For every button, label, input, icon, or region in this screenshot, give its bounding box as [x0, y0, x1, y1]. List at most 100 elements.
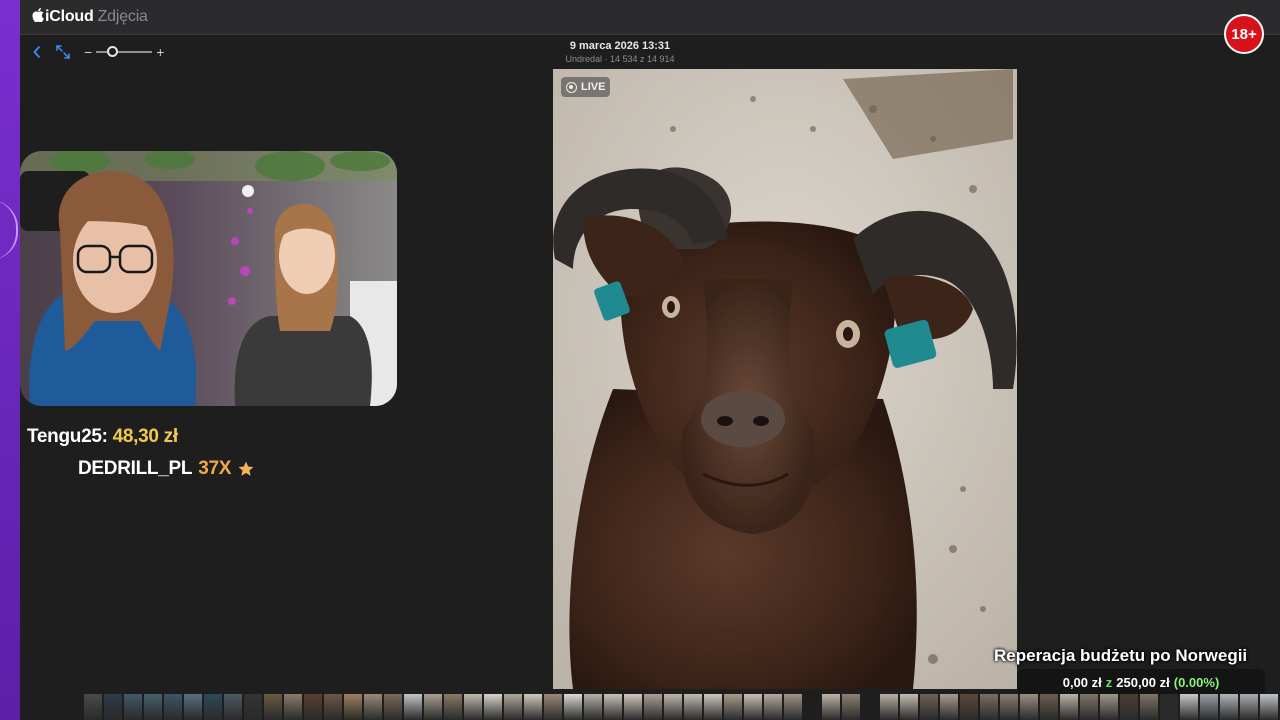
filmstrip-thumbnail[interactable]	[1100, 694, 1118, 720]
filmstrip-thumbnail[interactable]	[264, 694, 282, 720]
filmstrip-thumbnail[interactable]	[1040, 694, 1058, 720]
app-brand: iCloud	[45, 8, 94, 25]
app-title: iCloud Zdjęcia	[32, 8, 148, 26]
filmstrip-thumbnail[interactable]	[204, 694, 222, 720]
zoom-out-icon[interactable]: −	[84, 44, 92, 60]
donation-amount: 48,30 zł	[112, 426, 179, 447]
filmstrip-thumbnail[interactable]	[164, 694, 182, 720]
zoom-control: − +	[84, 43, 164, 61]
filmstrip-thumbnail[interactable]	[1060, 694, 1078, 720]
filmstrip-thumbnail[interactable]	[940, 694, 958, 720]
filmstrip-thumbnail[interactable]	[764, 694, 782, 720]
filmstrip-thumbnail[interactable]	[564, 694, 582, 720]
filmstrip-thumbnail[interactable]	[1020, 694, 1038, 720]
donation-alert: Tengu25: 48,30 zł	[27, 426, 178, 448]
filmstrip-thumbnail[interactable]	[604, 694, 622, 720]
filmstrip-thumbnail[interactable]	[464, 694, 482, 720]
back-button[interactable]	[28, 43, 46, 61]
filmstrip-thumbnail[interactable]	[504, 694, 522, 720]
star-icon	[238, 461, 254, 476]
goal-title: Reperacja budżetu po Norwegii	[994, 646, 1248, 665]
filmstrip-thumbnail[interactable]	[224, 694, 242, 720]
filmstrip-thumbnail[interactable]	[104, 694, 122, 720]
filmstrip-thumbnail[interactable]	[544, 694, 562, 720]
age-rating-badge: 18+	[1224, 14, 1264, 54]
filmstrip-thumbnail[interactable]	[900, 694, 918, 720]
filmstrip-thumbnail[interactable]	[960, 694, 978, 720]
subscriber-name: DEDRILL_PL	[78, 458, 193, 479]
filmstrip-thumbnail[interactable]	[404, 694, 422, 720]
toolbar: − + 9 marca 2026 13:31 Undredal · 14 534…	[20, 35, 1280, 69]
filmstrip-thumbnail[interactable]	[880, 694, 898, 720]
filmstrip-thumbnail[interactable]	[784, 694, 802, 720]
filmstrip-thumbnail[interactable]	[704, 694, 722, 720]
filmstrip-thumbnail[interactable]	[84, 694, 102, 720]
donor-name: Tengu25:	[27, 426, 108, 447]
live-photo-icon	[566, 81, 577, 93]
filmstrip-thumbnail[interactable]	[444, 694, 462, 720]
filmstrip-thumbnail[interactable]	[822, 694, 840, 720]
filmstrip-thumbnail[interactable]	[842, 694, 860, 720]
filmstrip-thumbnail[interactable]	[644, 694, 662, 720]
filmstrip-thumbnail[interactable]	[344, 694, 362, 720]
filmstrip-thumbnail[interactable]	[684, 694, 702, 720]
goal-separator: z	[1105, 674, 1113, 690]
stream-side-accent	[0, 0, 20, 720]
goal-progress: 0,00 zł z 250,00 zł (0.00%)	[1017, 669, 1265, 695]
filmstrip-thumbnail[interactable]	[1000, 694, 1018, 720]
zoom-slider[interactable]	[96, 46, 153, 57]
filmstrip-thumbnail[interactable]	[624, 694, 642, 720]
photo-location-count: Undredal · 14 534 z 14 914	[565, 54, 675, 64]
chevron-left-icon	[33, 46, 40, 58]
filmstrip-spacer	[804, 694, 820, 720]
photo-filmstrip	[84, 694, 1280, 720]
zoom-in-icon[interactable]: +	[156, 44, 164, 60]
title-bar: iCloud Zdjęcia	[20, 0, 1280, 35]
streamer-webcam-overlay	[20, 151, 397, 406]
webcam-video-image	[20, 151, 397, 406]
photo-date: 9 marca 2026 13:31	[569, 40, 671, 52]
goal-target: 250,00 zł	[1116, 674, 1170, 690]
filmstrip-thumbnail[interactable]	[1160, 694, 1178, 720]
filmstrip-thumbnail[interactable]	[1260, 694, 1278, 720]
filmstrip-thumbnail[interactable]	[384, 694, 402, 720]
live-label: LIVE	[581, 81, 606, 93]
expand-icon	[56, 45, 70, 59]
filmstrip-thumbnail[interactable]	[1240, 694, 1258, 720]
filmstrip-thumbnail[interactable]	[184, 694, 202, 720]
fullscreen-button[interactable]	[54, 43, 72, 61]
main-photo[interactable]: LIVE	[553, 69, 1017, 689]
filmstrip-thumbnail[interactable]	[304, 694, 322, 720]
filmstrip-thumbnail[interactable]	[584, 694, 602, 720]
filmstrip-thumbnail[interactable]	[144, 694, 162, 720]
subscription-alert: DEDRILL_PL 37X	[78, 458, 255, 480]
filmstrip-thumbnail[interactable]	[724, 694, 742, 720]
goal-percent: (0.00%)	[1173, 674, 1220, 690]
apple-logo-icon	[32, 8, 44, 22]
goal-current: 0,00 zł	[1062, 674, 1102, 690]
filmstrip-thumbnail[interactable]	[484, 694, 502, 720]
filmstrip-thumbnail[interactable]	[1120, 694, 1138, 720]
app-section[interactable]: Zdjęcia	[98, 8, 148, 25]
filmstrip-thumbnail[interactable]	[324, 694, 342, 720]
filmstrip-thumbnail[interactable]	[524, 694, 542, 720]
subscription-count: 37X	[198, 458, 232, 479]
ram-photo-image	[553, 69, 1017, 689]
photo-info: 9 marca 2026 13:31 Undredal · 14 534 z 1…	[470, 40, 770, 64]
filmstrip-thumbnail[interactable]	[1180, 694, 1198, 720]
filmstrip-thumbnail[interactable]	[744, 694, 762, 720]
filmstrip-thumbnail[interactable]	[1080, 694, 1098, 720]
filmstrip-thumbnail[interactable]	[244, 694, 262, 720]
filmstrip-thumbnail[interactable]	[1220, 694, 1238, 720]
filmstrip-thumbnail[interactable]	[284, 694, 302, 720]
filmstrip-thumbnail[interactable]	[124, 694, 142, 720]
filmstrip-thumbnail[interactable]	[364, 694, 382, 720]
live-photo-badge[interactable]: LIVE	[561, 77, 611, 97]
filmstrip-thumbnail[interactable]	[1200, 694, 1218, 720]
zoom-slider-thumb[interactable]	[107, 46, 119, 57]
filmstrip-thumbnail[interactable]	[664, 694, 682, 720]
filmstrip-thumbnail[interactable]	[920, 694, 938, 720]
filmstrip-thumbnail[interactable]	[980, 694, 998, 720]
filmstrip-thumbnail[interactable]	[1140, 694, 1158, 720]
filmstrip-thumbnail[interactable]	[424, 694, 442, 720]
